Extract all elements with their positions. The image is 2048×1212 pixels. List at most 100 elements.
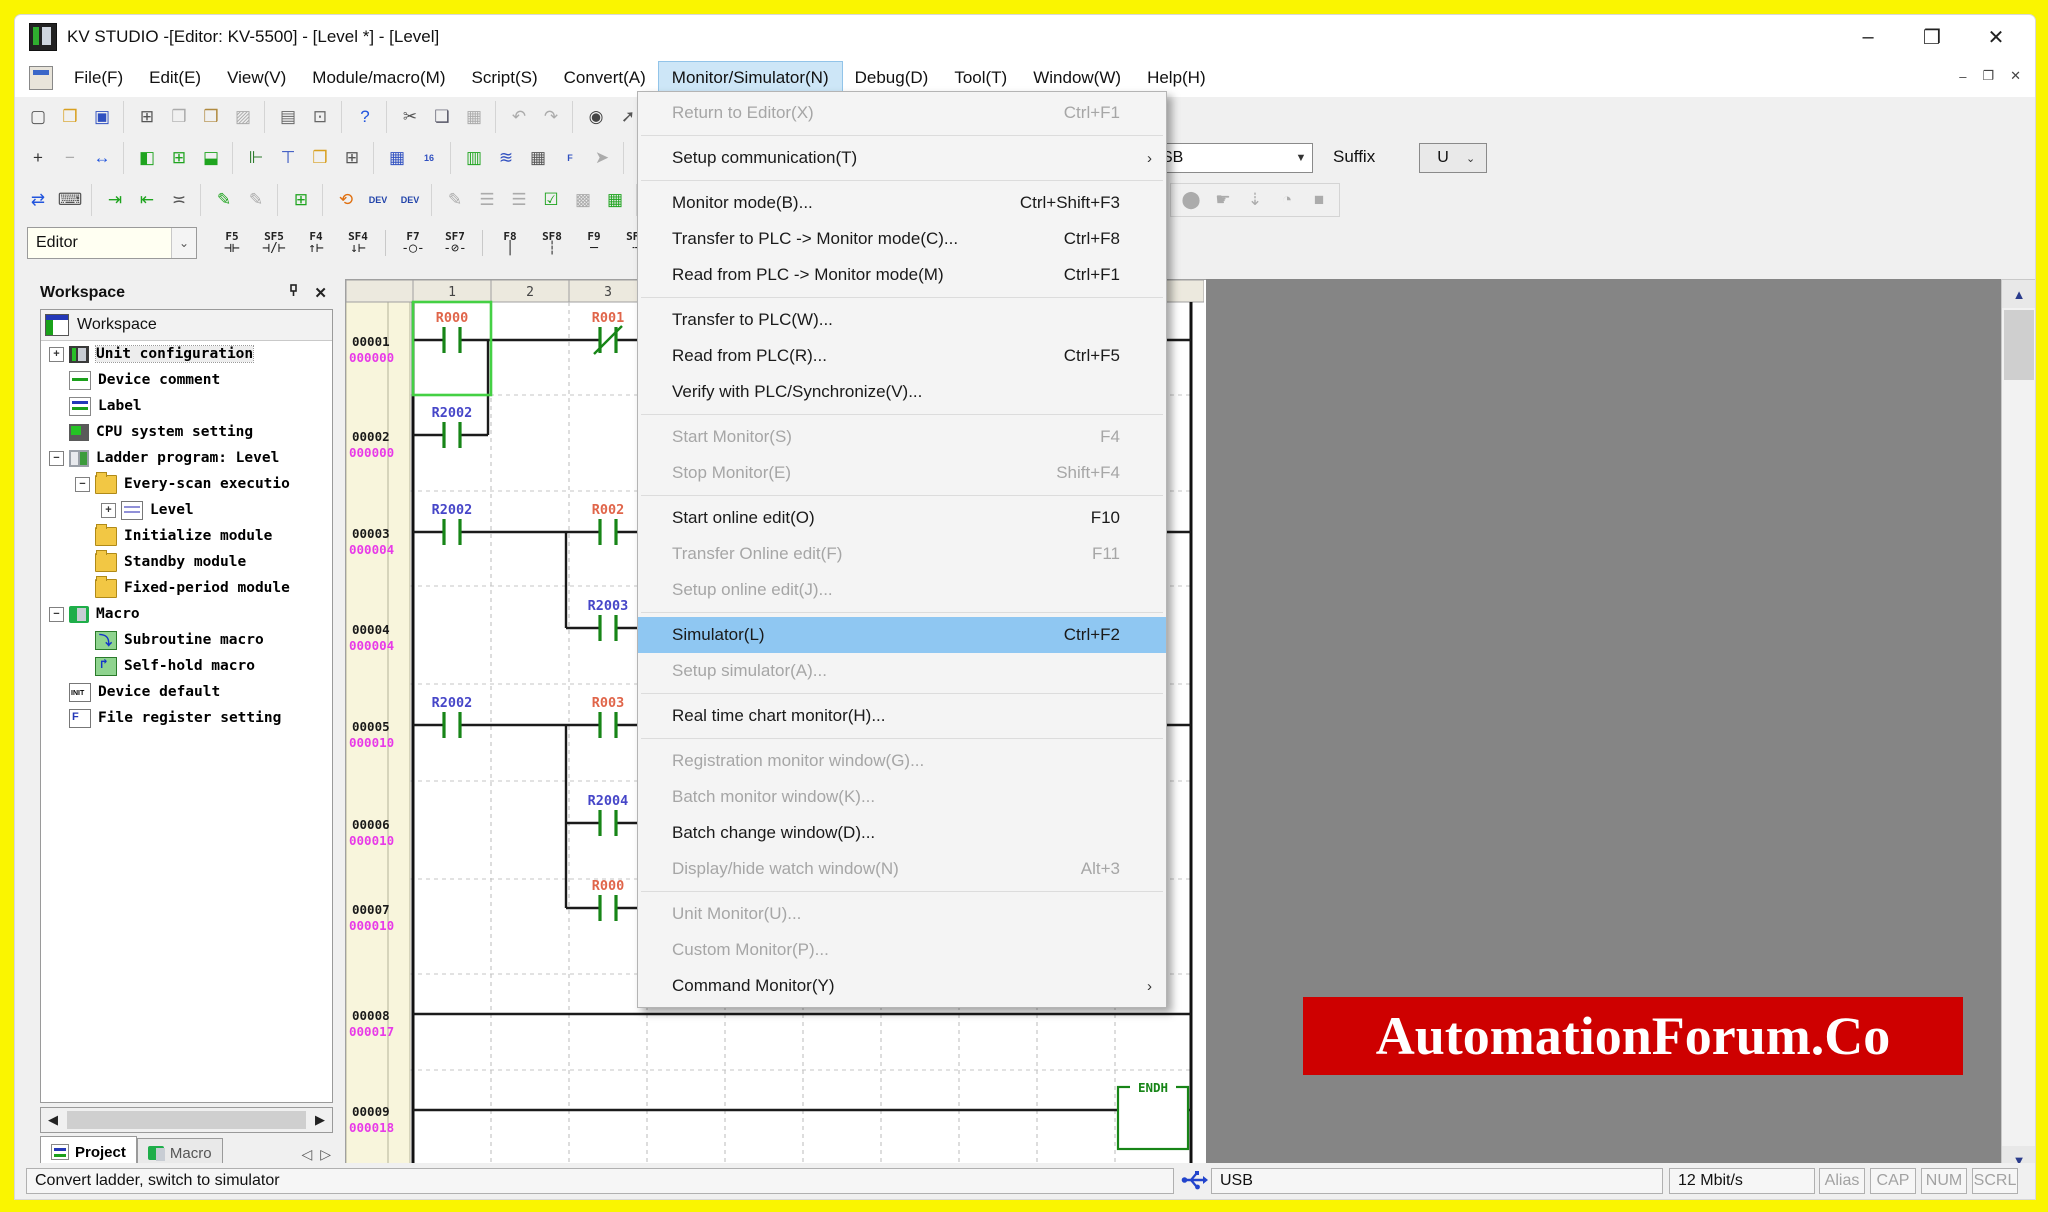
batch-list-icon[interactable]: ☰ bbox=[503, 184, 535, 216]
undo-icon[interactable]: ↶ bbox=[503, 101, 535, 133]
find-icon[interactable]: ◉ bbox=[580, 101, 612, 133]
menubar-item-edit[interactable]: Edit(E) bbox=[136, 62, 214, 94]
menubar-item-module-macro[interactable]: Module/macro(M) bbox=[299, 62, 458, 94]
zoom-in-icon[interactable]: + bbox=[22, 142, 54, 174]
collapse-icon[interactable]: − bbox=[49, 450, 64, 466]
import-module-icon[interactable]: ❒ bbox=[195, 101, 227, 133]
simulator-grid-icon[interactable]: ⊞ bbox=[285, 184, 317, 216]
menubar-item-convert[interactable]: Convert(A) bbox=[551, 62, 659, 94]
menubar-item-help[interactable]: Help(H) bbox=[1134, 62, 1219, 94]
scrollbar-thumb[interactable] bbox=[2004, 310, 2034, 380]
tree-item-standby-module[interactable]: Standby module bbox=[41, 549, 332, 575]
endh-instruction[interactable] bbox=[1116, 1085, 1190, 1151]
dev-batch-icon[interactable]: DEV bbox=[394, 184, 426, 216]
menubar-item-tool[interactable]: Tool(T) bbox=[941, 62, 1020, 94]
menu-item-verify-with-plc-synchronize[interactable]: Verify with PLC/Synchronize(V)... bbox=[638, 374, 1166, 410]
scroll-left-icon[interactable]: ◀ bbox=[41, 1112, 65, 1128]
copy-icon[interactable]: ❏ bbox=[426, 101, 458, 133]
close-button[interactable]: ✕ bbox=[1981, 25, 2011, 50]
tree-item-device-comment[interactable]: Device comment bbox=[41, 367, 332, 393]
mdi-close-button[interactable]: ✕ bbox=[2010, 68, 2021, 84]
menubar-item-window[interactable]: Window(W) bbox=[1020, 62, 1134, 94]
instruction-sf4-button[interactable]: SF4 ↓⊢ bbox=[337, 226, 379, 260]
menubar-item-file[interactable]: File(F) bbox=[61, 62, 136, 94]
menu-item-transfer-to-plc[interactable]: Transfer to PLC(W)... bbox=[638, 302, 1166, 338]
tree-item-macro[interactable]: − Macro bbox=[41, 601, 332, 627]
menu-item-return-to-editor[interactable]: Return to Editor(X) Ctrl+F1 bbox=[638, 95, 1166, 131]
print-preview-icon[interactable]: ⊡ bbox=[304, 101, 336, 133]
open-file-icon[interactable]: ❒ bbox=[54, 101, 86, 133]
dev-monitor-icon[interactable]: DEV bbox=[362, 184, 394, 216]
menu-item-real-time-chart-monitor[interactable]: Real time chart monitor(H)... bbox=[638, 698, 1166, 734]
pin-icon[interactable] bbox=[287, 284, 300, 302]
chart-window-icon[interactable]: ▦ bbox=[599, 184, 631, 216]
menu-item-start-monitor[interactable]: Start Monitor(S) F4 bbox=[638, 419, 1166, 455]
tree-item-device-default[interactable]: Device default bbox=[41, 679, 332, 705]
menubar-item-script[interactable]: Script(S) bbox=[458, 62, 550, 94]
device-default-icon[interactable]: ▦ bbox=[522, 142, 554, 174]
sim-stop-octagon-icon[interactable]: ⬤ bbox=[1175, 184, 1207, 216]
realtime-chart-icon[interactable]: ≋ bbox=[490, 142, 522, 174]
menu-item-unit-monitor[interactable]: Unit Monitor(U)... bbox=[638, 896, 1166, 932]
device-comment-icon[interactable]: ⊩ bbox=[240, 142, 272, 174]
print-icon[interactable]: ▤ bbox=[272, 101, 304, 133]
array-window-icon[interactable]: ▩ bbox=[567, 184, 599, 216]
mdi-restore-button[interactable]: ❐ bbox=[1982, 68, 1994, 84]
tree-item-ladder-program-level[interactable]: − Ladder program: Level bbox=[41, 445, 332, 471]
instruction-sf8-button[interactable]: SF8 ┆ bbox=[531, 226, 573, 260]
tree-item-file-register-setting[interactable]: File register setting bbox=[41, 705, 332, 731]
restore-button[interactable]: ❐ bbox=[1917, 25, 1947, 50]
menu-item-monitor-mode[interactable]: Monitor mode(B)... Ctrl+Shift+F3 bbox=[638, 185, 1166, 221]
minimize-button[interactable]: – bbox=[1853, 26, 1883, 49]
menu-item-display-hide-watch-window[interactable]: Display/hide watch window(N) Alt+3 bbox=[638, 851, 1166, 887]
instruction-f7-button[interactable]: F7 -◯- bbox=[392, 226, 434, 260]
menu-item-batch-monitor-window[interactable]: Batch monitor window(K)... bbox=[638, 779, 1166, 815]
check-list-icon[interactable]: ☑ bbox=[535, 184, 567, 216]
tree-item-self-hold-macro[interactable]: Self-hold macro bbox=[41, 653, 332, 679]
online-edit-icon[interactable]: ✎ bbox=[208, 184, 240, 216]
cut-icon[interactable]: ✂ bbox=[394, 101, 426, 133]
verify-plc-icon[interactable]: ≍ bbox=[163, 184, 195, 216]
menu-item-custom-monitor[interactable]: Custom Monitor(P)... bbox=[638, 932, 1166, 968]
unit-config-icon[interactable]: ▥ bbox=[458, 142, 490, 174]
menu-item-command-monitor[interactable]: Command Monitor(Y) › bbox=[638, 968, 1166, 1004]
tree-item-every-scan-executio[interactable]: − Every-scan executio bbox=[41, 471, 332, 497]
convert-icon[interactable]: ➤ bbox=[586, 142, 618, 174]
menubar-item-debug[interactable]: Debug(D) bbox=[842, 62, 942, 94]
new-ladder-icon[interactable]: ⊞ bbox=[131, 101, 163, 133]
tree-item-unit-configuration[interactable]: + Unit configuration bbox=[41, 341, 332, 367]
zoom-out-icon[interactable]: − bbox=[54, 142, 86, 174]
transfer-usb-icon[interactable]: ⇄ bbox=[22, 184, 54, 216]
zoom-fit-icon[interactable]: ↔ bbox=[86, 142, 118, 174]
tree-item-initialize-module[interactable]: Initialize module bbox=[41, 523, 332, 549]
tree-item-level[interactable]: + Level bbox=[41, 497, 332, 523]
read-plc-icon[interactable]: ⇤ bbox=[131, 184, 163, 216]
sim-step-run-icon[interactable]: ⇣ bbox=[1239, 184, 1271, 216]
suffix-combo[interactable]: U ⌄ bbox=[1419, 143, 1487, 173]
view-output-icon[interactable]: ⬓ bbox=[195, 142, 227, 174]
tree-item-fixed-period-module[interactable]: Fixed-period module bbox=[41, 575, 332, 601]
sim-pause-hand-icon[interactable]: ☛ bbox=[1207, 184, 1239, 216]
project-folder-icon[interactable]: ❒ bbox=[304, 142, 336, 174]
close-panel-icon[interactable]: ✕ bbox=[314, 284, 327, 302]
sim-timer-icon[interactable]: ◔ bbox=[1271, 184, 1303, 216]
menubar-item-monitor-simulator[interactable]: Monitor/Simulator(N) bbox=[657, 61, 843, 95]
menu-item-registration-monitor-window[interactable]: Registration monitor window(G)... bbox=[638, 743, 1166, 779]
workspace-hscrollbar[interactable]: ◀ ▶ bbox=[40, 1107, 333, 1133]
export-module-icon[interactable]: ▨ bbox=[227, 101, 259, 133]
file-register-icon[interactable]: F bbox=[554, 142, 586, 174]
save-icon[interactable]: ▣ bbox=[86, 101, 118, 133]
menu-item-stop-monitor[interactable]: Stop Monitor(E) Shift+F4 bbox=[638, 455, 1166, 491]
menu-item-batch-change-window[interactable]: Batch change window(D)... bbox=[638, 815, 1166, 851]
online-transfer-icon[interactable]: ✎ bbox=[240, 184, 272, 216]
menu-item-simulator[interactable]: Simulator(L) Ctrl+F2 bbox=[638, 617, 1166, 653]
menu-item-start-online-edit[interactable]: Start online edit(O) F10 bbox=[638, 500, 1166, 536]
paste-icon[interactable]: ▦ bbox=[458, 101, 490, 133]
editor-mode-combo[interactable]: Editor ⌄ bbox=[27, 227, 197, 259]
label-view-icon[interactable]: ⊤ bbox=[272, 142, 304, 174]
scroll-right-icon[interactable]: ▶ bbox=[308, 1112, 332, 1128]
tree-item-subroutine-macro[interactable]: Subroutine macro bbox=[41, 627, 332, 653]
expand-icon[interactable]: + bbox=[49, 346, 64, 362]
instruction-f5-button[interactable]: F5 ⊣⊢ bbox=[211, 226, 253, 260]
calculator-icon[interactable]: ⊞ bbox=[336, 142, 368, 174]
